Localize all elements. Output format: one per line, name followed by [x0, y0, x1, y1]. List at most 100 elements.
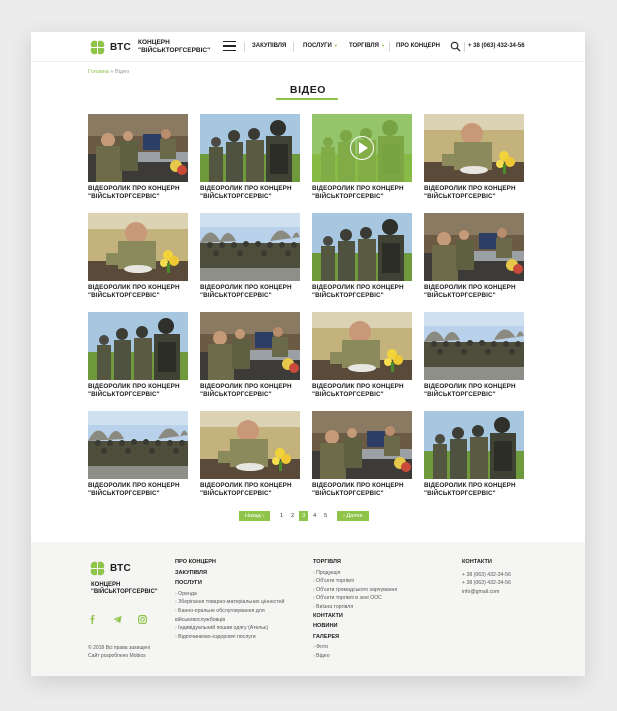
- video-card[interactable]: ВІДЕОРОЛИК ПРО КОНЦЕРН "ВІЙСЬКТОРГСЕРВІС…: [88, 213, 188, 299]
- video-thumbnail[interactable]: [424, 213, 524, 281]
- video-caption[interactable]: ВІДЕОРОЛИК ПРО КОНЦЕРН "ВІЙСЬКТОРГСЕРВІС…: [88, 482, 188, 497]
- copyright: © 2018 Всі права захищені Сайт розроблен…: [88, 644, 150, 660]
- site-footer: ВТС КОНЦЕРН "ВІЙСЬКТОРГСЕРВІС" © 2018 Вс…: [31, 542, 585, 676]
- facebook-icon[interactable]: [88, 615, 97, 624]
- footer-phone[interactable]: + 38 (063) 432-34-56: [462, 571, 562, 580]
- video-thumbnail[interactable]: [88, 213, 188, 281]
- footer-link-catering[interactable]: Об'єкти громадського харчування: [313, 586, 433, 595]
- video-thumbnail[interactable]: [424, 411, 524, 479]
- next-page-button[interactable]: › Далее: [337, 510, 369, 521]
- video-caption[interactable]: ВІДЕОРОЛИК ПРО КОНЦЕРН "ВІЙСЬКТОРГСЕРВІС…: [312, 383, 412, 398]
- clover-logo-icon: [90, 561, 105, 576]
- footer-link-services[interactable]: ПОСЛУГИ: [175, 579, 295, 588]
- video-caption[interactable]: ВІДЕОРОЛИК ПРО КОНЦЕРН "ВІЙСЬКТОРГСЕРВІС…: [200, 383, 300, 398]
- video-thumbnail[interactable]: [200, 114, 300, 182]
- footer-logo[interactable]: ВТС: [88, 559, 131, 578]
- search-icon[interactable]: [450, 41, 461, 52]
- video-thumbnail[interactable]: [88, 312, 188, 380]
- video-caption[interactable]: ВІДЕОРОЛИК ПРО КОНЦЕРН "ВІЙСЬКТОРГСЕРВІС…: [312, 185, 412, 200]
- footer-link-rent[interactable]: Оренда: [175, 590, 295, 599]
- video-card[interactable]: ВІДЕОРОЛИК ПРО КОНЦЕРН "ВІЙСЬКТОРГСЕРВІС…: [200, 411, 300, 497]
- logo[interactable]: ВТС: [88, 38, 131, 57]
- video-thumbnail[interactable]: [312, 411, 412, 479]
- video-thumbnail[interactable]: [424, 114, 524, 182]
- footer-link-oos-trade[interactable]: Об'єкти торгівлі в зоні ООС: [313, 594, 433, 603]
- video-card[interactable]: ВІДЕОРОЛИК ПРО КОНЦЕРН "ВІЙСЬКТОРГСЕРВІС…: [424, 114, 524, 200]
- footer-link-products[interactable]: Продукція: [313, 569, 433, 578]
- footer-link-gallery[interactable]: ГАЛЕРЕЯ: [313, 633, 433, 642]
- page-number[interactable]: 2: [287, 513, 298, 519]
- footer-link-photo[interactable]: Фото: [313, 643, 433, 652]
- play-icon[interactable]: [350, 136, 374, 160]
- video-card[interactable]: ВІДЕОРОЛИК ПРО КОНЦЕРН "ВІЙСЬКТОРГСЕРВІС…: [424, 213, 524, 299]
- video-card[interactable]: ВІДЕОРОЛИК ПРО КОНЦЕРН "ВІЙСЬКТОРГСЕРВІС…: [312, 114, 412, 200]
- video-caption[interactable]: ВІДЕОРОЛИК ПРО КОНЦЕРН "ВІЙСЬКТОРГСЕРВІС…: [88, 284, 188, 299]
- page-number[interactable]: 4: [309, 513, 320, 519]
- video-caption[interactable]: ВІДЕОРОЛИК ПРО КОНЦЕРН "ВІЙСЬКТОРГСЕРВІС…: [424, 383, 524, 398]
- video-thumbnail[interactable]: [424, 312, 524, 380]
- instagram-icon[interactable]: [138, 615, 147, 624]
- video-card[interactable]: ВІДЕОРОЛИК ПРО КОНЦЕРН "ВІЙСЬКТОРГСЕРВІС…: [88, 411, 188, 497]
- footer-email[interactable]: info@gmail.com: [462, 588, 562, 597]
- video-thumbnail[interactable]: [312, 312, 412, 380]
- page-number[interactable]: 1: [276, 513, 287, 519]
- page-number[interactable]: 5: [320, 513, 331, 519]
- footer-link-purchases[interactable]: ЗАКУПІВЛЯ: [175, 569, 295, 578]
- video-card[interactable]: ВІДЕОРОЛИК ПРО КОНЦЕРН "ВІЙСЬКТОРГСЕРВІС…: [312, 312, 412, 398]
- video-caption[interactable]: ВІДЕОРОЛИК ПРО КОНЦЕРН "ВІЙСЬКТОРГСЕРВІС…: [312, 482, 412, 497]
- video-thumbnail[interactable]: [88, 114, 188, 182]
- video-card[interactable]: ВІДЕОРОЛИК ПРО КОНЦЕРН "ВІЙСЬКТОРГСЕРВІС…: [200, 312, 300, 398]
- breadcrumb-home[interactable]: Головна: [88, 69, 109, 75]
- video-thumbnail[interactable]: [200, 213, 300, 281]
- nav-purchases[interactable]: ЗАКУПІВЛЯ: [252, 43, 286, 49]
- nav-trade[interactable]: ТОРГІВЛЯ ▼: [349, 43, 385, 49]
- video-card[interactable]: ВІДЕОРОЛИК ПРО КОНЦЕРН "ВІЙСЬКТОРГСЕРВІС…: [88, 312, 188, 398]
- video-card[interactable]: ВІДЕОРОЛИК ПРО КОНЦЕРН "ВІЙСЬКТОРГСЕРВІС…: [424, 312, 524, 398]
- nav-about[interactable]: ПРО КОНЦЕРН: [396, 43, 440, 49]
- footer-link-trade-objects[interactable]: Об'єкти торгівлі: [313, 577, 433, 586]
- video-thumbnail[interactable]: [312, 114, 412, 182]
- video-thumbnail[interactable]: [312, 213, 412, 281]
- header-phone[interactable]: + 38 (063) 432-34-56: [468, 43, 525, 49]
- video-card[interactable]: ВІДЕОРОЛИК ПРО КОНЦЕРН "ВІЙСЬКТОРГСЕРВІС…: [424, 411, 524, 497]
- video-thumbnail-image: [312, 213, 412, 281]
- video-card[interactable]: ВІДЕОРОЛИК ПРО КОНЦЕРН "ВІЙСЬКТОРГСЕРВІС…: [312, 411, 412, 497]
- video-thumbnail[interactable]: [200, 312, 300, 380]
- video-thumbnail[interactable]: [200, 411, 300, 479]
- video-caption[interactable]: ВІДЕОРОЛИК ПРО КОНЦЕРН "ВІЙСЬКТОРГСЕРВІС…: [200, 482, 300, 497]
- footer-link-news[interactable]: НОВИНИ: [313, 622, 433, 631]
- video-card[interactable]: ВІДЕОРОЛИК ПРО КОНЦЕРН "ВІЙСЬКТОРГСЕРВІС…: [88, 114, 188, 200]
- menu-burger-icon[interactable]: [223, 41, 236, 51]
- video-thumbnail-image: [88, 114, 188, 182]
- pagination: Назад ‹ 1 2 3 4 5 › Далее: [239, 510, 369, 521]
- video-caption[interactable]: ВІДЕОРОЛИК ПРО КОНЦЕРН "ВІЙСЬКТОРГСЕРВІС…: [200, 284, 300, 299]
- telegram-icon[interactable]: [113, 615, 122, 624]
- page-number-current[interactable]: 3: [299, 510, 309, 521]
- nav-services[interactable]: ПОСЛУГИ ▼: [303, 43, 338, 49]
- footer-link-tailoring[interactable]: Індивідуальний пошив одягу (Ательє): [175, 624, 295, 633]
- footer-link-mobile-trade[interactable]: Виїзна торгівля: [313, 603, 433, 612]
- video-card[interactable]: ВІДЕОРОЛИК ПРО КОНЦЕРН "ВІЙСЬКТОРГСЕРВІС…: [200, 213, 300, 299]
- video-card[interactable]: ВІДЕОРОЛИК ПРО КОНЦЕРН "ВІЙСЬКТОРГСЕРВІС…: [312, 213, 412, 299]
- site-header: ВТС КОНЦЕРН "ВІЙСЬКТОРГСЕРВІС" ЗАКУПІВЛЯ…: [31, 32, 585, 62]
- video-caption[interactable]: ВІДЕОРОЛИК ПРО КОНЦЕРН "ВІЙСЬКТОРГСЕРВІС…: [88, 185, 188, 200]
- footer-link-laundry[interactable]: Банно-пральне обслуговування для військо…: [175, 607, 295, 624]
- video-thumbnail[interactable]: [88, 411, 188, 479]
- footer-link-storage[interactable]: Зберігання товарно-матеріальних цінносте…: [175, 598, 295, 607]
- video-caption[interactable]: ВІДЕОРОЛИК ПРО КОНЦЕРН "ВІЙСЬКТОРГСЕРВІС…: [88, 383, 188, 398]
- footer-link-video[interactable]: Відео: [313, 652, 433, 661]
- footer-link-about[interactable]: ПРО КОНЦЕРН: [175, 558, 295, 567]
- footer-link-trade[interactable]: ТОРГІВЛЯ: [313, 558, 433, 567]
- logo-abbr: ВТС: [110, 42, 132, 53]
- prev-page-button[interactable]: Назад ‹: [239, 510, 271, 521]
- footer-link-recreation[interactable]: Відпочинково-оздоровчі послуги: [175, 633, 295, 642]
- footer-phone[interactable]: + 38 (063) 432-34-56: [462, 579, 562, 588]
- video-card[interactable]: ВІДЕОРОЛИК ПРО КОНЦЕРН "ВІЙСЬКТОРГСЕРВІС…: [200, 114, 300, 200]
- developer-credit[interactable]: Сайт розроблено Mobios: [88, 652, 150, 660]
- footer-link-contacts[interactable]: КОНТАКТИ: [313, 612, 433, 621]
- video-caption[interactable]: ВІДЕОРОЛИК ПРО КОНЦЕРН "ВІЙСЬКТОРГСЕРВІС…: [424, 482, 524, 497]
- video-caption[interactable]: ВІДЕОРОЛИК ПРО КОНЦЕРН "ВІЙСЬКТОРГСЕРВІС…: [312, 284, 412, 299]
- video-caption[interactable]: ВІДЕОРОЛИК ПРО КОНЦЕРН "ВІЙСЬКТОРГСЕРВІС…: [424, 284, 524, 299]
- video-caption[interactable]: ВІДЕОРОЛИК ПРО КОНЦЕРН "ВІЙСЬКТОРГСЕРВІС…: [200, 185, 300, 200]
- video-caption[interactable]: ВІДЕОРОЛИК ПРО КОНЦЕРН "ВІЙСЬКТОРГСЕРВІС…: [424, 185, 524, 200]
